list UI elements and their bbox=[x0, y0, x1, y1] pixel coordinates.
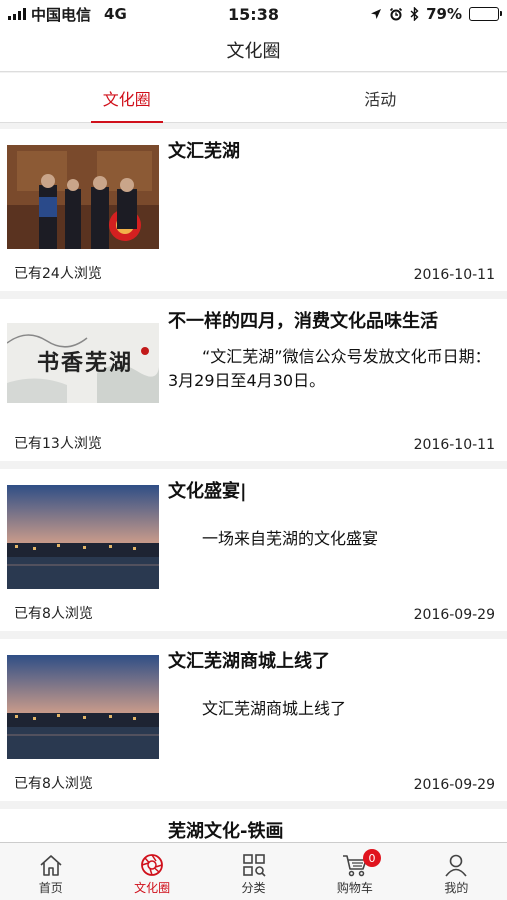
article-date: 2016-09-29 bbox=[413, 777, 495, 793]
article-card[interactable]: 文汇芜湖 已有24人浏览 2016-10-11 bbox=[0, 129, 507, 291]
tab-activities[interactable]: 活动 bbox=[254, 73, 507, 122]
article-description: 一场来自芜湖的文化盛宴 bbox=[202, 529, 379, 548]
tabbar-label: 我的 bbox=[444, 881, 469, 895]
article-thumbnail bbox=[7, 145, 159, 249]
article-feed: 文汇芜湖 已有24人浏览 2016-10-11 书香芜湖 不一样的四月，消费文化… bbox=[0, 129, 507, 877]
tabbar-label: 文化圈 bbox=[134, 881, 171, 895]
article-date: 2016-10-11 bbox=[413, 267, 495, 283]
status-left: 中国电信 4G bbox=[8, 4, 127, 25]
article-title: 芜湖文化-铁画 bbox=[168, 821, 284, 842]
article-views: 已有13人浏览 bbox=[14, 436, 102, 452]
article-card[interactable]: 文化盛宴| 一场来自芜湖的文化盛宴 已有8人浏览 2016-09-29 bbox=[0, 469, 507, 631]
segment-tabs: 文化圈 活动 bbox=[0, 73, 507, 123]
bluetooth-icon bbox=[410, 7, 419, 21]
home-icon bbox=[40, 855, 62, 876]
battery-percent: 79% bbox=[426, 5, 462, 23]
tabbar-cart[interactable]: 0 购物车 bbox=[304, 843, 405, 900]
article-description: 文汇芜湖商城上线了 bbox=[202, 699, 347, 718]
article-date: 2016-09-29 bbox=[413, 607, 495, 623]
tab-culture-circle[interactable]: 文化圈 bbox=[0, 73, 254, 122]
article-views: 已有8人浏览 bbox=[14, 606, 93, 622]
page-title: 文化圈 bbox=[226, 40, 281, 62]
alarm-icon bbox=[390, 7, 403, 21]
tabbar-profile[interactable]: 我的 bbox=[406, 843, 507, 900]
article-description: “文汇芜湖”微信公众号发放文化币日期：3月29日至4月30日。 bbox=[168, 347, 491, 390]
tabbar-label: 首页 bbox=[38, 881, 63, 895]
status-bar: 中国电信 4G 15:38 79% bbox=[0, 0, 507, 28]
category-grid-icon bbox=[242, 854, 266, 877]
article-thumbnail bbox=[7, 655, 159, 759]
tabbar-label: 购物车 bbox=[336, 881, 373, 895]
network-label: 4G bbox=[104, 5, 127, 23]
article-views: 已有24人浏览 bbox=[14, 266, 102, 282]
tabbar-culture-circle[interactable]: 文化圈 bbox=[101, 843, 202, 900]
status-right: 79% bbox=[370, 5, 502, 23]
article-title: 不一样的四月，消费文化品味生活 bbox=[168, 311, 438, 332]
article-title: 文化盛宴| bbox=[168, 481, 247, 502]
tab-label: 文化圈 bbox=[102, 89, 151, 109]
article-thumbnail: 书香芜湖 bbox=[7, 323, 159, 403]
bottom-tab-bar: 首页 文化圈 分类 0 购物车 我的 bbox=[0, 842, 507, 900]
tab-label: 活动 bbox=[364, 89, 397, 109]
article-thumbnail bbox=[7, 485, 159, 589]
poster-calligraphy: 书香芜湖 bbox=[37, 350, 134, 376]
carrier-label: 中国电信 bbox=[31, 5, 92, 24]
aperture-icon bbox=[141, 854, 164, 876]
article-card[interactable]: 书香芜湖 不一样的四月，消费文化品味生活 “文汇芜湖”微信公众号发放文化币日期：… bbox=[0, 299, 507, 461]
nav-bar: 文化圈 bbox=[0, 28, 507, 72]
article-views: 已有8人浏览 bbox=[14, 776, 93, 792]
tabbar-category[interactable]: 分类 bbox=[203, 843, 304, 900]
tabbar-label: 分类 bbox=[241, 881, 266, 895]
battery-icon bbox=[469, 7, 502, 21]
location-arrow-icon bbox=[371, 9, 382, 19]
cart-count-badge: 0 bbox=[363, 849, 382, 867]
signal-icon bbox=[8, 8, 26, 20]
article-date: 2016-10-11 bbox=[413, 437, 495, 453]
article-title: 文汇芜湖商城上线了 bbox=[168, 651, 330, 672]
user-icon bbox=[445, 854, 467, 877]
app-screen: 中国电信 4G 15:38 79% 文化圈 文化圈 活动 文汇芜湖 已有24人浏… bbox=[0, 0, 507, 900]
tabbar-home[interactable]: 首页 bbox=[0, 843, 101, 900]
article-title: 文汇芜湖 bbox=[168, 141, 240, 162]
article-card[interactable]: 文汇芜湖商城上线了 文汇芜湖商城上线了 已有8人浏览 2016-09-29 bbox=[0, 639, 507, 801]
